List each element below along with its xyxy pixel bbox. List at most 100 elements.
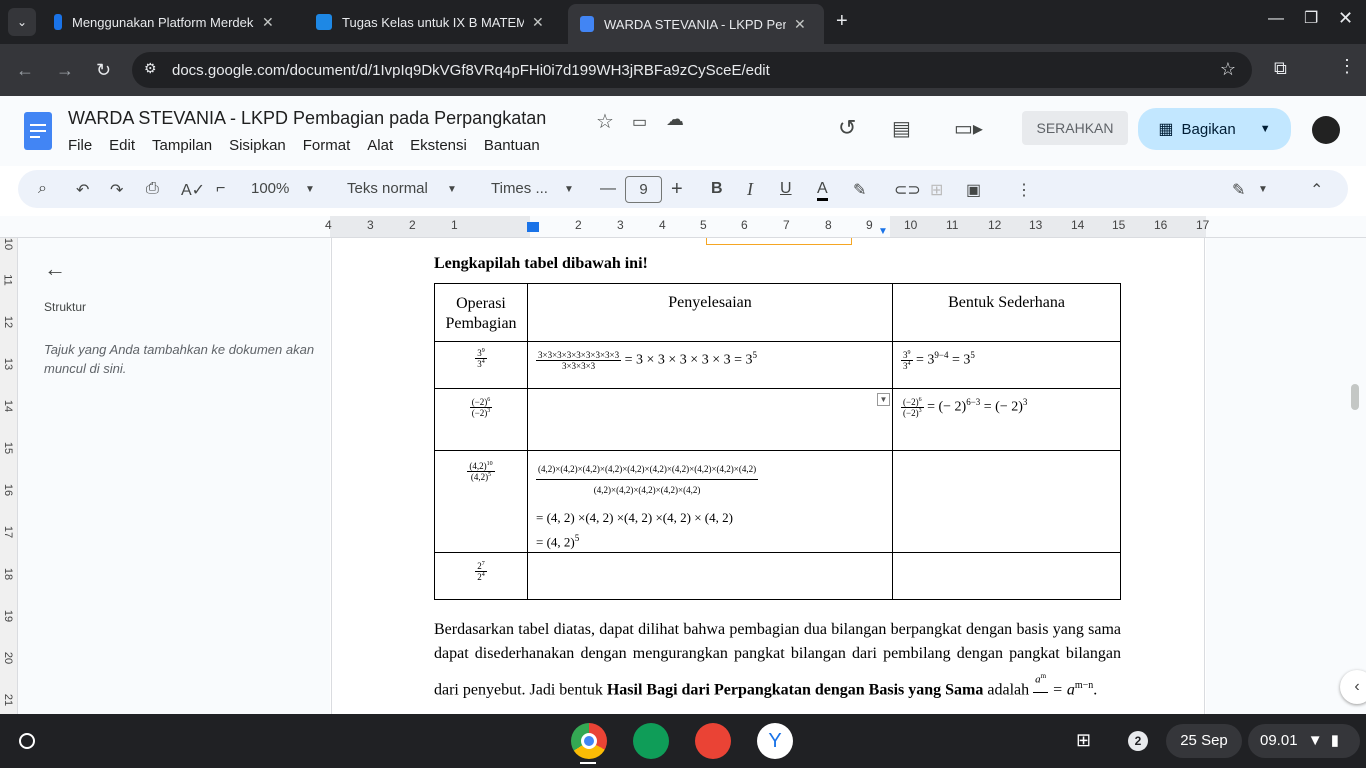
vertical-ruler[interactable]: 10 11 12 13 14 15 16 17 18 19 20 21 <box>0 238 18 714</box>
bold-icon[interactable]: B <box>711 180 723 198</box>
canvas-app-icon[interactable] <box>695 723 731 759</box>
style-select[interactable]: Teks normal <box>347 180 428 197</box>
hide-menus-icon[interactable]: ⌃ <box>1310 180 1323 200</box>
more-options-icon[interactable]: ⋮ <box>1016 180 1032 200</box>
new-tab-button[interactable]: + <box>836 10 848 33</box>
close-icon[interactable]: ✕ <box>262 14 274 31</box>
chrome-app-icon[interactable] <box>571 723 607 759</box>
undo-icon[interactable]: ↶ <box>76 180 89 200</box>
close-icon[interactable]: ✕ <box>532 14 544 31</box>
solution-cell[interactable]: (4,2)×(4,2)×(4,2)×(4,2)×(4,2)×(4,2)×(4,2… <box>527 449 893 554</box>
status-tray[interactable]: 09.01 ▼ ▮ <box>1248 724 1360 758</box>
table-heading: Lengkapilah tabel dibawah ini! <box>434 255 648 272</box>
menu-insert[interactable]: Sisipkan <box>229 137 286 154</box>
zoom-select[interactable]: 100% <box>251 180 289 197</box>
menu-view[interactable]: Tampilan <box>152 137 212 154</box>
chevron-down-icon: ▼ <box>447 184 457 195</box>
menu-extensions[interactable]: Ekstensi <box>410 137 467 154</box>
meet-icon[interactable]: ▭▸ <box>954 116 983 141</box>
scrollbar-thumb[interactable] <box>1351 384 1359 410</box>
simple-cell[interactable] <box>892 552 1121 601</box>
editing-mode-icon[interactable]: ✎ <box>1232 180 1245 200</box>
tab-classroom[interactable]: Tugas Kelas untuk IX B MATEM ✕ <box>304 6 556 38</box>
search-icon[interactable]: ⌕ <box>38 180 47 198</box>
right-indent-marker[interactable]: ▼ <box>878 226 888 237</box>
side-panel-toggle[interactable]: ‹ <box>1340 670 1366 704</box>
reload-icon[interactable]: ↻ <box>96 60 111 81</box>
table-row[interactable]: (4,2)10 (4,2)5 (4,2)×(4,2)×(4,2)×(4,2)×(4… <box>434 449 1121 554</box>
op-cell[interactable]: 39 34 <box>434 341 528 389</box>
outline-hint: Tajuk yang Anda tambahkan ke dokumen aka… <box>44 342 315 376</box>
spellcheck-icon[interactable]: A✓ <box>181 180 205 200</box>
chevron-down-icon[interactable]: ▼ <box>1260 123 1271 135</box>
close-window-button[interactable]: ✕ <box>1338 8 1353 29</box>
menu-tools[interactable]: Alat <box>367 137 393 154</box>
print-icon[interactable]: ⎙ <box>146 180 159 198</box>
classroom-app-icon[interactable] <box>633 723 669 759</box>
restore-button[interactable]: ❐ <box>1304 8 1318 28</box>
menu-file[interactable]: File <box>68 137 92 154</box>
decrease-size-icon[interactable]: — <box>600 180 616 198</box>
ruler-label: 14 <box>1071 218 1085 232</box>
star-icon[interactable]: ☆ <box>596 109 614 134</box>
op-cell[interactable]: (4,2)10 (4,2)5 <box>434 449 528 554</box>
date-pill[interactable]: 25 Sep <box>1166 724 1242 758</box>
simple-cell[interactable]: 39 34 = 39−4 = 35 <box>892 341 1121 389</box>
close-icon[interactable]: ✕ <box>794 16 806 33</box>
holding-space-icon[interactable]: ⊞ <box>1076 730 1091 751</box>
url-bar[interactable]: ⚙ docs.google.com/document/d/1IvpIq9DkVG… <box>132 52 1252 88</box>
solution-cell[interactable]: ▼ <box>527 388 893 451</box>
tab-merdeka[interactable]: Menggunakan Platform Merdek ✕ <box>42 6 286 38</box>
link-icon[interactable]: ⊂⊃ <box>894 180 921 200</box>
op-cell[interactable]: (−2)6 (−2)3 <box>434 388 528 451</box>
minimize-button[interactable]: — <box>1268 10 1284 28</box>
horizontal-ruler[interactable]: 4 3 2 1 2 3 4 5 6 7 8 9 ▼ 10 11 12 13 15… <box>0 216 1366 238</box>
back-icon[interactable]: ← <box>16 60 34 81</box>
tab-search-button[interactable]: ⌄ <box>8 8 36 36</box>
submit-button[interactable]: SERAHKAN <box>1022 111 1128 145</box>
solution-cell[interactable]: 3×3×3×3×3×3×3×3×3 3×3×3×3 = 3 × 3 × 3 × 3… <box>527 341 893 389</box>
italic-icon[interactable]: I <box>747 179 753 200</box>
menu-format[interactable]: Format <box>303 137 351 154</box>
site-info-icon[interactable]: ⚙ <box>144 60 157 77</box>
tab-docs-active[interactable]: WARDA STEVANIA - LKPD Pem ✕ <box>568 4 824 44</box>
table-row[interactable]: (−2)6 (−2)3 ▼ (−2)6 (−2)3 = (− 2)6−3 = (− … <box>434 388 1121 451</box>
chrome-menu-icon[interactable]: ⋮ <box>1338 56 1356 77</box>
add-comment-icon[interactable]: ⊞ <box>930 180 943 200</box>
history-icon[interactable]: ↺ <box>838 115 856 141</box>
font-select[interactable]: Times ... <box>491 180 548 197</box>
back-arrow-icon[interactable]: ← <box>44 256 66 282</box>
move-folder-icon[interactable]: ▭ <box>632 112 647 132</box>
redo-icon[interactable]: ↷ <box>110 180 123 200</box>
insert-image-icon[interactable]: ▣ <box>966 180 981 200</box>
bookmark-star-icon[interactable]: ☆ <box>1220 59 1236 80</box>
simple-cell[interactable] <box>892 449 1121 554</box>
paint-format-icon[interactable]: ⌐ <box>216 180 225 198</box>
document-title[interactable]: WARDA STEVANIA - LKPD Pembagian pada Per… <box>68 108 546 129</box>
cell-menu-icon[interactable]: ▼ <box>877 393 890 406</box>
launcher-icon[interactable] <box>19 733 35 749</box>
comments-icon[interactable]: ▤ <box>892 116 911 141</box>
table-row[interactable]: 39 34 3×3×3×3×3×3×3×3×3 3×3×3×3 = 3 × 3 × … <box>434 341 1121 389</box>
tab-title: WARDA STEVANIA - LKPD Pem <box>604 16 786 32</box>
forward-icon[interactable]: → <box>56 60 74 81</box>
indent-marker[interactable] <box>527 222 539 232</box>
text-color-icon[interactable]: A <box>817 180 828 201</box>
cloud-status-icon[interactable]: ☁ <box>666 109 684 130</box>
underline-icon[interactable]: U <box>780 180 792 198</box>
font-size-input[interactable]: 9 <box>625 176 662 203</box>
avatar[interactable] <box>1312 116 1340 144</box>
op-cell[interactable]: 27 24 <box>434 552 528 601</box>
extensions-icon[interactable]: ⧉ <box>1274 58 1287 79</box>
table-row[interactable]: 27 24 <box>434 552 1121 601</box>
share-button[interactable]: ▦ Bagikan ▼ <box>1138 108 1291 150</box>
increase-size-icon[interactable]: + <box>671 178 683 201</box>
notification-badge[interactable]: 2 <box>1128 731 1148 751</box>
highlight-icon[interactable]: ✎ <box>853 180 866 200</box>
simple-cell[interactable]: (−2)6 (−2)3 = (− 2)6−3 = (− 2)3 <box>892 388 1121 451</box>
explore-app-icon[interactable]: Y <box>757 723 793 759</box>
docs-logo-icon[interactable] <box>24 112 52 150</box>
solution-cell[interactable] <box>527 552 893 601</box>
menu-edit[interactable]: Edit <box>109 137 135 154</box>
menu-help[interactable]: Bantuan <box>484 137 540 154</box>
